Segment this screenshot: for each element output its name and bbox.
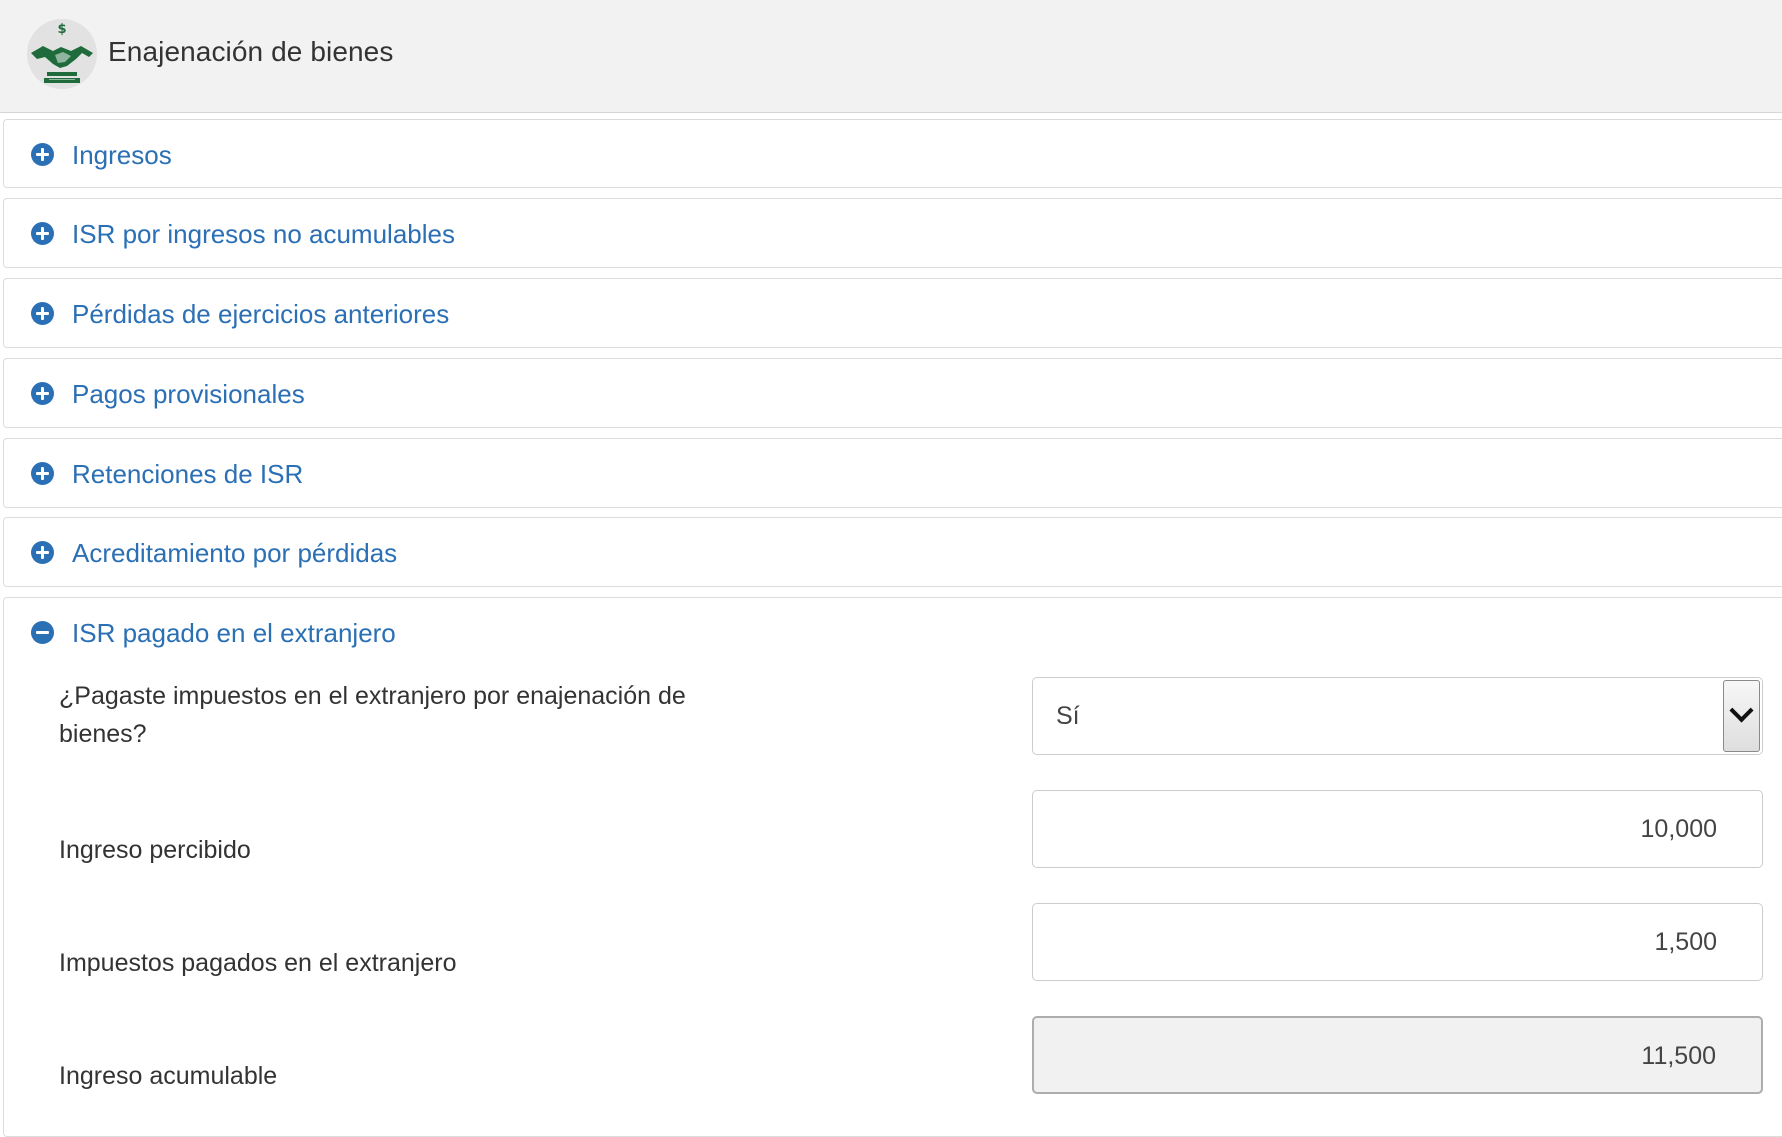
expand-plus-icon xyxy=(31,222,54,245)
chevron-down-icon xyxy=(1729,698,1754,723)
svg-text:$: $ xyxy=(57,22,66,37)
foreign-taxes-input[interactable]: 1,500 xyxy=(1032,903,1763,981)
panel-title: Pagos provisionales xyxy=(72,379,305,409)
page-title: Enajenación de bienes xyxy=(108,36,394,67)
expand-plus-icon xyxy=(31,143,54,166)
foreign-taxes-label: Impuestos pagados en el extranjero xyxy=(59,949,457,977)
expand-plus-icon xyxy=(31,382,54,405)
panel-header-acreditamiento-perdidas[interactable]: Acreditamiento por pérdidas xyxy=(4,518,1782,586)
dropdown-button[interactable] xyxy=(1723,680,1760,752)
accumulable-income-label: Ingreso acumulable xyxy=(59,1062,278,1090)
panel-header-perdidas-anteriores[interactable]: Pérdidas de ejercicios anteriores xyxy=(4,279,1782,347)
income-value: 10,000 xyxy=(1640,815,1717,843)
panel-header-retenciones-isr[interactable]: Retenciones de ISR xyxy=(4,439,1782,507)
collapse-minus-icon xyxy=(31,621,54,644)
page-header: $ Enajenación de bienes xyxy=(0,0,1782,113)
panel-title: Acreditamiento por pérdidas xyxy=(72,538,398,568)
expand-plus-icon xyxy=(31,541,54,564)
panel-ingresos: Ingresos xyxy=(3,119,1782,188)
select-value: Sí xyxy=(1056,702,1080,730)
panel-isr-no-acumulables: ISR por ingresos no acumulables xyxy=(3,198,1782,268)
foreign-tax-question-label: ¿Pagaste impuestos en el extranjero por … xyxy=(59,682,686,748)
income-input[interactable]: 10,000 xyxy=(1032,790,1763,868)
panel-header-pagos-provisionales[interactable]: Pagos provisionales xyxy=(4,359,1782,427)
foreign-taxes-value: 1,500 xyxy=(1654,928,1717,956)
income-label: Ingreso percibido xyxy=(59,836,251,864)
panel-pagos-provisionales: Pagos provisionales xyxy=(3,358,1782,428)
panel-acreditamiento-perdidas: Acreditamiento por pérdidas xyxy=(3,517,1782,587)
accumulable-income-field: 11,500 xyxy=(1032,1016,1763,1094)
panel-title: ISR pagado en el extranjero xyxy=(72,618,396,648)
panel-header-ingresos[interactable]: Ingresos xyxy=(4,120,1782,188)
panel-perdidas-anteriores: Pérdidas de ejercicios anteriores xyxy=(3,278,1782,348)
panel-title: Ingresos xyxy=(72,140,172,170)
expand-plus-icon xyxy=(31,462,54,485)
panel-title: Retenciones de ISR xyxy=(72,459,304,489)
accumulable-income-value: 11,500 xyxy=(1641,1042,1716,1070)
expand-plus-icon xyxy=(31,302,54,325)
panel-title: Pérdidas de ejercicios anteriores xyxy=(72,299,450,329)
panel-title: ISR por ingresos no acumulables xyxy=(72,219,455,249)
panel-header-isr-pagado-extranjero[interactable]: ISR pagado en el extranjero xyxy=(4,598,1782,666)
handshake-money-icon: $ xyxy=(27,19,97,89)
foreign-tax-select[interactable]: Sí xyxy=(1032,677,1763,755)
panel-header-isr-no-acumulables[interactable]: ISR por ingresos no acumulables xyxy=(4,199,1782,267)
panel-retenciones-isr: Retenciones de ISR xyxy=(3,438,1782,508)
